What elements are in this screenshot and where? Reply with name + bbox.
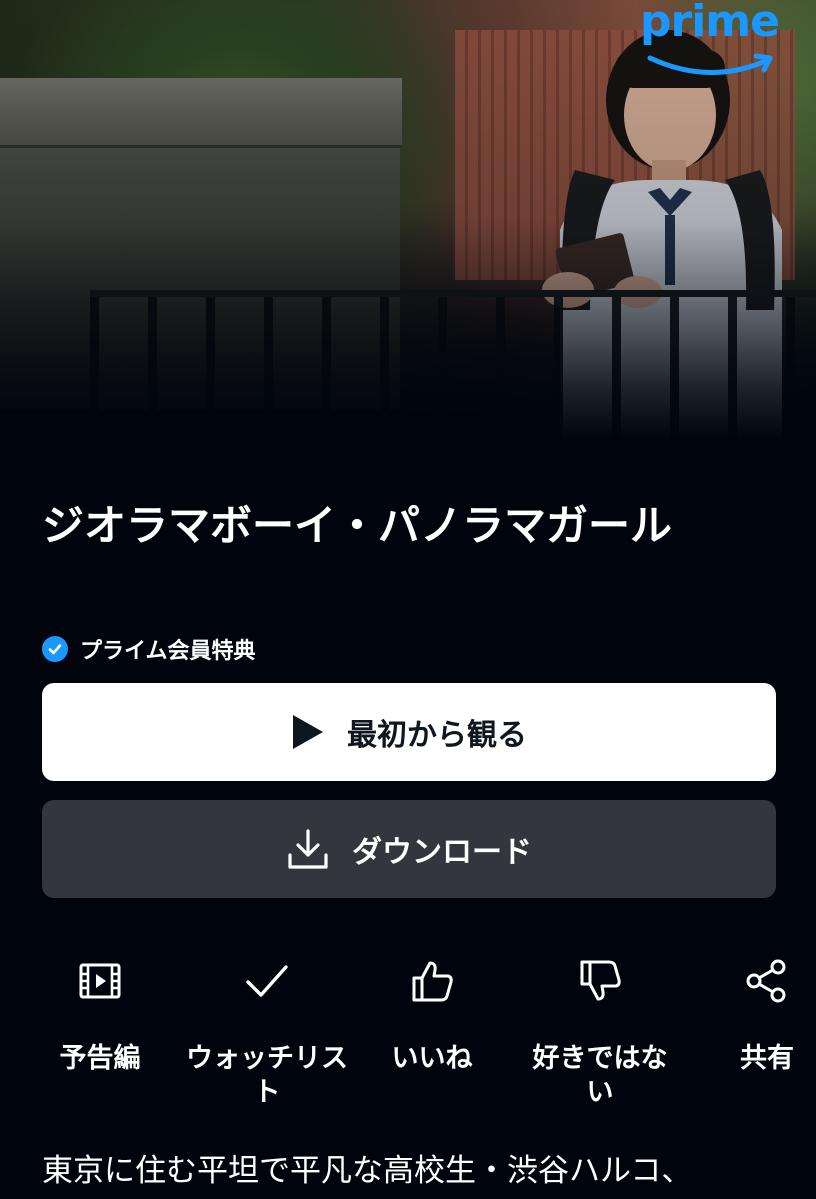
- trailer-label: 予告編: [59, 1043, 141, 1074]
- dislike-button[interactable]: 好きではない: [520, 958, 680, 1110]
- synopsis-text: 東京に住む平坦で平凡な高校生・渋谷ハルコ、: [42, 1153, 693, 1189]
- download-button-label: ダウンロード: [352, 835, 532, 870]
- prime-smile-icon: [647, 53, 773, 75]
- trailer-button[interactable]: 予告編: [40, 958, 160, 1076]
- download-button[interactable]: ダウンロード: [42, 800, 776, 898]
- dislike-label: 好きではない: [532, 1043, 668, 1108]
- action-row: 予告編 ウォッチリスト いいね 好きではない 共有: [0, 958, 816, 1118]
- checkmark-icon: [246, 965, 288, 997]
- play-from-start-button[interactable]: 最初から観る: [42, 683, 776, 781]
- thumbs-up-icon: [412, 961, 453, 1002]
- watchlist-label: ウォッチリスト: [186, 1043, 348, 1108]
- check-circle-icon: [42, 636, 68, 662]
- video-title: ジオラマボーイ・パノラマガール: [42, 501, 673, 550]
- download-icon: [288, 829, 328, 869]
- trailer-icon: [79, 963, 121, 999]
- prime-benefit-badge: プライム会員特典: [42, 634, 256, 664]
- thumbs-down-icon: [580, 960, 621, 1001]
- play-button-label: 最初から観る: [347, 718, 527, 753]
- like-label: いいね: [391, 1043, 473, 1074]
- prime-benefit-label: プライム会員特典: [80, 639, 256, 664]
- share-label: 共有: [740, 1043, 794, 1074]
- watchlist-button[interactable]: ウォッチリスト: [186, 958, 348, 1110]
- prime-logo: prime: [640, 0, 790, 80]
- share-button[interactable]: 共有: [722, 958, 812, 1076]
- play-icon: [293, 715, 323, 749]
- like-button[interactable]: いいね: [376, 958, 488, 1076]
- share-icon: [746, 959, 786, 1003]
